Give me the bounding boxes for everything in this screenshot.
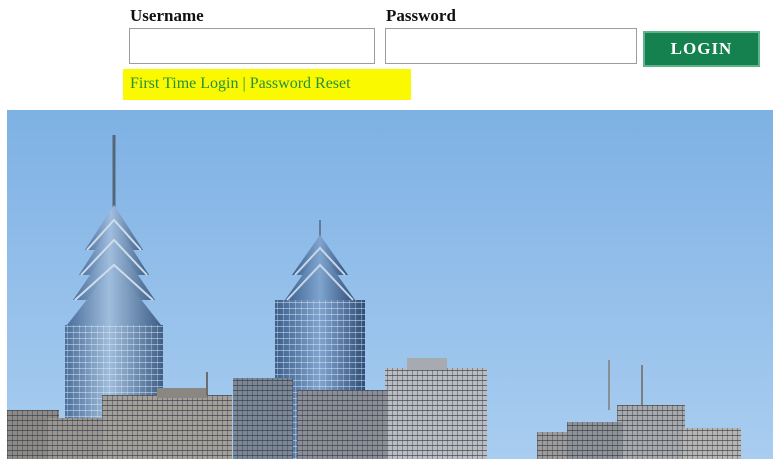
- username-input[interactable]: [129, 28, 375, 64]
- skyline-hero-image: [7, 110, 773, 459]
- password-label: Password: [386, 6, 456, 25]
- login-button[interactable]: LOGIN: [643, 31, 760, 67]
- links-separator: |: [242, 75, 246, 92]
- login-bar: Username Password LOGIN First Time Login…: [0, 0, 773, 110]
- password-reset-link[interactable]: Password Reset: [250, 75, 351, 92]
- skyline-illustration: [7, 110, 773, 459]
- login-links: First Time Login | Password Reset: [130, 74, 351, 94]
- first-time-login-link[interactable]: First Time Login: [130, 75, 238, 92]
- password-input[interactable]: [385, 28, 637, 64]
- username-label: Username: [130, 6, 204, 25]
